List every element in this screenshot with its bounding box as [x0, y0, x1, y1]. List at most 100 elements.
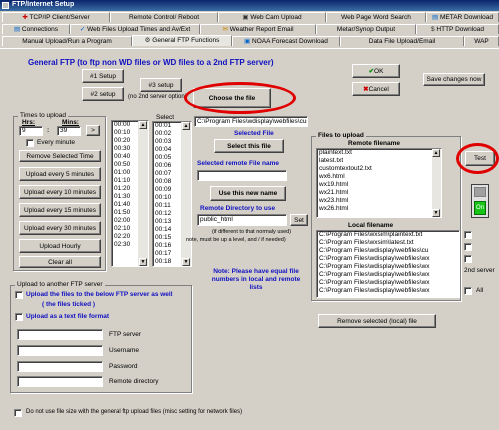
tab-noaa-forecast[interactable]: ▣ NOAA Forecast Download — [232, 36, 340, 46]
remote-file-item[interactable]: plaintext.txt — [317, 149, 441, 157]
ftp-server-label: FTP server — [109, 331, 142, 338]
app-icon — [2, 2, 9, 9]
file-checkbox-3[interactable] — [464, 255, 472, 263]
file-path-field[interactable]: C:\Program Files\wdisplay\webfiles\custo — [194, 116, 308, 127]
remote-file-item[interactable]: customtextout2.txt — [317, 165, 441, 173]
tab-row-2: ▤ Connections ✓ Web Files Upload Times a… — [0, 24, 499, 34]
no-file-size-checkbox[interactable] — [14, 409, 22, 417]
every-minute-label: Every minute — [37, 139, 75, 146]
upload-every-15-button[interactable]: Upload every 15 minutes — [19, 203, 101, 217]
local-file-item[interactable]: C:\Program Files\wdisplay\webfiles\cu — [317, 247, 459, 255]
times-group-title: Times to upload — [18, 112, 69, 119]
remote-file-item[interactable]: wx6.html — [317, 173, 441, 181]
tab-weather-report-email[interactable]: ✉ Weather Report Email — [200, 24, 316, 34]
local-file-item[interactable]: C:\Program Files\wxsim\plaintext.txt — [317, 231, 459, 239]
remote-file-item[interactable]: latest.txt — [317, 157, 441, 165]
remote-file-item[interactable]: wx19.html — [317, 181, 441, 189]
select-time-scrollbar[interactable]: ▲ ▼ — [181, 122, 191, 266]
scheduled-times-scrollbar[interactable]: ▲ ▼ — [138, 121, 148, 266]
every-minute-checkbox[interactable] — [26, 139, 34, 147]
remote-file-item[interactable]: wx26.html — [317, 205, 441, 213]
local-file-item[interactable]: C:\Program Files\wdisplay\webfiles\wx — [317, 263, 459, 271]
second-server-label: 2nd server — [464, 267, 495, 274]
tab-general-ftp[interactable]: ⚙ General FTP Functions — [132, 35, 232, 46]
text-format-checkbox[interactable] — [15, 313, 23, 321]
hrs-label: Hrs: — [22, 119, 36, 126]
add-time-button[interactable]: > — [86, 125, 100, 136]
local-file-item[interactable]: C:\Program Files\wdisplay\webfiles\wx — [317, 279, 459, 287]
text-format-label: Upload as a text file format — [26, 313, 110, 320]
scroll-down-arrow-icon[interactable]: ▼ — [139, 258, 147, 266]
metar-icon: ▤ — [432, 14, 440, 21]
use-new-name-button[interactable]: Use this new name — [210, 186, 286, 201]
setup-3-button[interactable]: #3 setup — [140, 78, 182, 92]
scroll-up-arrow-icon[interactable]: ▲ — [139, 121, 147, 129]
tab-remote-control[interactable]: Remote Control/ Reboot — [110, 12, 218, 22]
local-file-item[interactable]: C:\Program Files\wdisplay\webfiles\wx — [317, 271, 459, 279]
scroll-down-arrow-icon[interactable]: ▼ — [432, 209, 440, 217]
tab-manual-upload[interactable]: Manual Upload/Run a Program — [2, 36, 132, 46]
select-time-item[interactable]: 00:19 — [153, 266, 191, 267]
upload-icon: ✓ — [79, 26, 88, 33]
ok-button[interactable]: ✔ OK — [352, 64, 400, 78]
highlight-test — [456, 143, 499, 174]
cancel-button[interactable]: ✖ Cancel — [352, 82, 400, 96]
save-changes-button[interactable]: Save changes now — [423, 73, 485, 86]
remove-selected-time-button[interactable]: Remove Selected Time — [19, 150, 101, 162]
setup-1-button[interactable]: #1 Setup — [82, 69, 124, 83]
scroll-up-arrow-icon[interactable]: ▲ — [432, 149, 440, 157]
upload-every-30-button[interactable]: Upload every 30 minutes — [19, 221, 101, 235]
remote-file-item[interactable]: wx21.html — [317, 189, 441, 197]
remote-file-name-input[interactable] — [197, 170, 287, 181]
username-input[interactable] — [17, 345, 103, 356]
tab-webcam[interactable]: ▣ Web Cam Upload — [218, 12, 326, 22]
tab-data-file-upload[interactable]: Data File Upload/Email — [340, 36, 464, 46]
file-checkbox-2[interactable] — [464, 243, 472, 251]
equal-files-note: Note: Please have equal file numbers in … — [211, 268, 301, 291]
set-directory-button[interactable]: Set — [290, 214, 308, 226]
scroll-up-arrow-icon[interactable]: ▲ — [182, 122, 190, 130]
all-checkbox[interactable] — [464, 287, 472, 295]
username-label: Username — [109, 347, 139, 354]
tab-http-download[interactable]: $ HTTP Download — [416, 24, 499, 34]
hours-input[interactable]: 9 — [19, 126, 43, 136]
directory-note-2: note, must be up a level, and / if neede… — [186, 237, 286, 243]
clear-all-button[interactable]: Clear all — [19, 256, 101, 268]
password-label: Password — [109, 363, 138, 370]
remote-files-scrollbar[interactable]: ▲ ▼ — [432, 149, 441, 217]
setup-2-button[interactable]: #2 setup — [82, 87, 124, 101]
time-separator: : — [47, 127, 50, 134]
remote-files-list[interactable]: plaintext.txt latest.txt customtextout2.tx… — [316, 148, 442, 218]
tab-word-search[interactable]: Web Page Word Search — [326, 12, 426, 22]
tab-connections[interactable]: ▤ Connections — [2, 24, 70, 34]
remote-file-item[interactable]: wx23.html — [317, 197, 441, 205]
minutes-input[interactable]: 39 — [57, 126, 81, 136]
directory-note-1: (if different to that normaly used) — [212, 229, 292, 235]
window-title: FTP/Internet Setup — [12, 1, 75, 8]
local-file-item[interactable]: C:\Program Files\wdisplay\webfiles\wx — [317, 255, 459, 263]
upload-below-checkbox[interactable] — [15, 291, 23, 299]
remove-local-file-button[interactable]: Remove selected (local) file — [318, 314, 436, 328]
tab-tcpip[interactable]: ✚ TCP/IP Client/Server — [2, 12, 110, 22]
upload-every-10-button[interactable]: Upload every 10 minutes — [19, 185, 101, 199]
tab-web-files-upload[interactable]: ✓ Web Files Upload Times and Av/Ext — [70, 24, 200, 34]
upload-every-5-button[interactable]: Upload every 5 minutes — [19, 167, 101, 181]
local-file-item[interactable]: C:\Program Files\wxsim\latest.txt — [317, 239, 459, 247]
remote-directory-ftp-input[interactable] — [17, 376, 103, 387]
tab-wap[interactable]: WAP — [464, 36, 499, 46]
password-input[interactable] — [17, 361, 103, 372]
tab-metar-synop[interactable]: Metar/Synop Output — [316, 24, 416, 34]
remote-directory-input[interactable]: public_html — [197, 214, 287, 226]
file-checkbox-1[interactable] — [464, 231, 472, 239]
upload-hourly-button[interactable]: Upload Hourly — [19, 239, 101, 253]
page-title: General FTP (to ftp non WD files or WD f… — [28, 58, 274, 67]
scroll-down-arrow-icon[interactable]: ▼ — [182, 258, 190, 266]
select-this-file-button[interactable]: Select this file — [214, 139, 284, 153]
local-files-list[interactable]: C:\Program Files\wxsim\plaintext.txt C:\P… — [316, 230, 460, 298]
ftp-server-input[interactable] — [17, 329, 103, 340]
on-toggle[interactable]: On — [471, 184, 489, 218]
tab-metar-download[interactable]: ▤ METAR Download — [426, 12, 499, 22]
connections-icon: ▤ — [13, 26, 22, 33]
local-file-item[interactable]: C:\Program Files\wdisplay\webfiles\wx — [317, 287, 459, 295]
select-label: Select — [156, 114, 175, 121]
